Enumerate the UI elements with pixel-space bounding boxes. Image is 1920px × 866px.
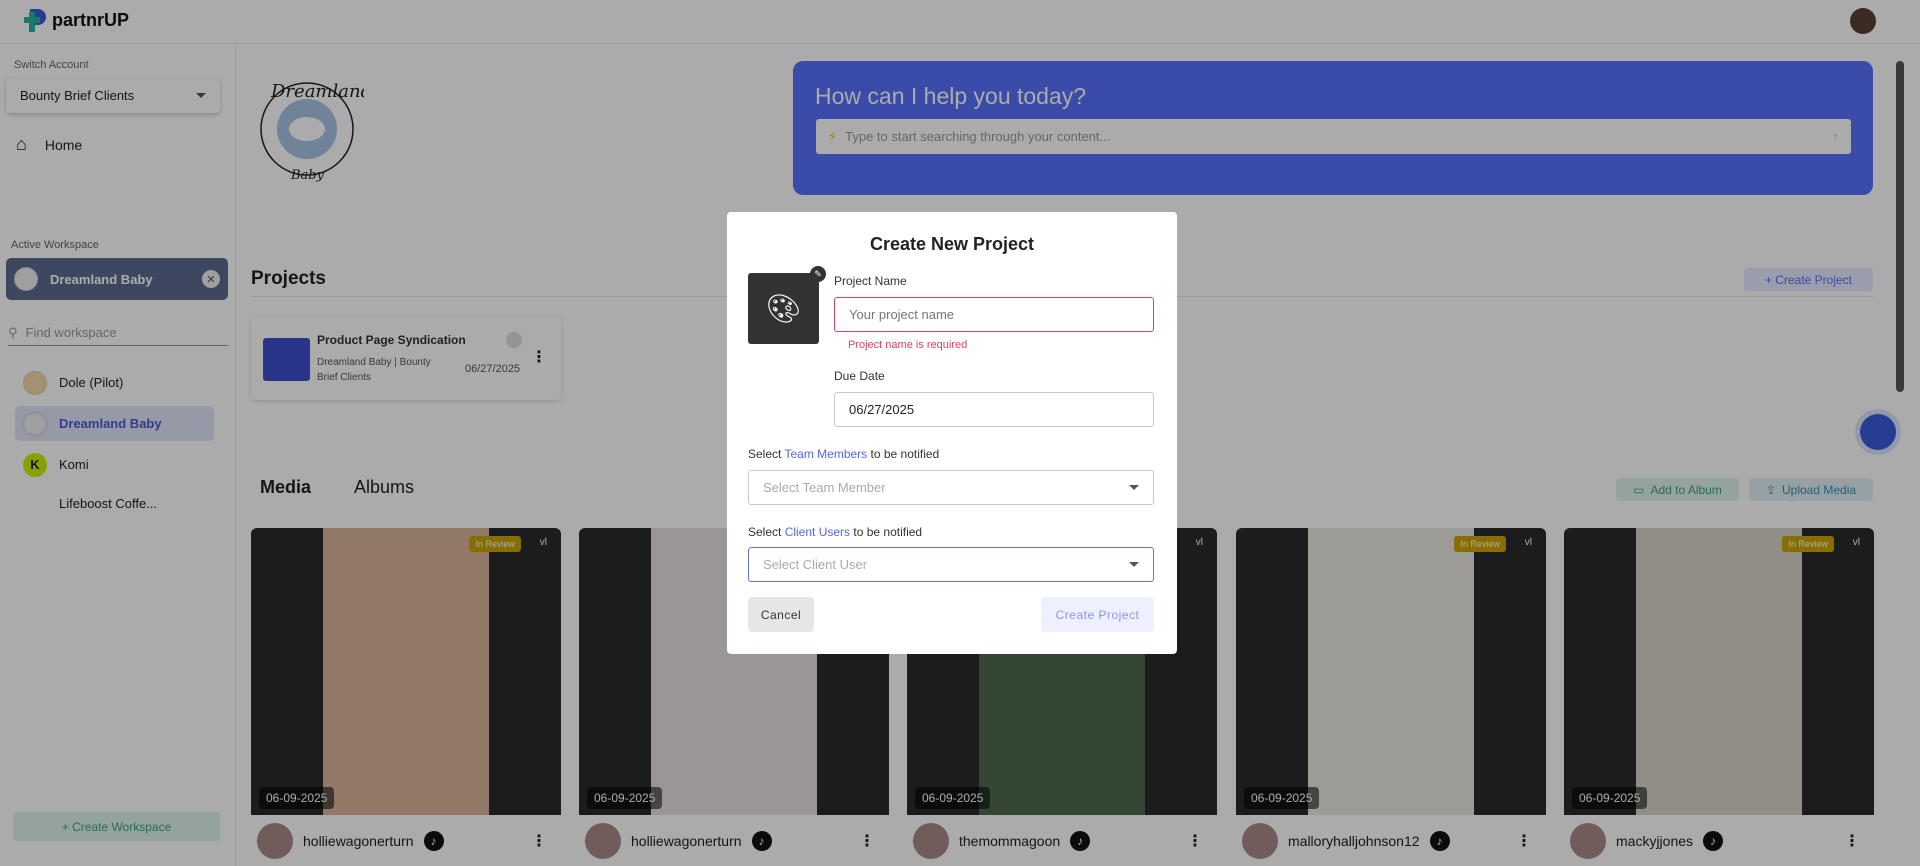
team-members-label: Select Team Members to be notified	[748, 447, 940, 461]
client-user-placeholder: Select Client User	[763, 557, 868, 572]
due-date-input[interactable]: 06/27/2025	[834, 392, 1154, 427]
palette-icon: 🎨︎	[765, 293, 802, 324]
create-project-modal: Create New Project 🎨︎ ✎ Project Name Pro…	[727, 212, 1177, 654]
due-date-value: 06/27/2025	[849, 402, 915, 417]
caret-down-icon	[1129, 485, 1139, 490]
project-name-input[interactable]	[834, 297, 1154, 332]
due-date-label: Due Date	[834, 369, 885, 383]
client-users-label: Select Client Users to be notified	[748, 525, 923, 539]
client-user-select[interactable]: Select Client User	[748, 547, 1154, 582]
cancel-button[interactable]: Cancel	[748, 597, 814, 632]
project-name-label: Project Name	[834, 274, 907, 288]
edit-pencil-icon[interactable]: ✎	[810, 266, 826, 282]
create-project-submit-button[interactable]: Create Project	[1041, 597, 1154, 632]
modal-title: Create New Project	[869, 234, 1035, 254]
caret-down-icon	[1129, 562, 1139, 567]
team-member-select[interactable]: Select Team Member	[748, 470, 1154, 505]
team-member-placeholder: Select Team Member	[763, 480, 886, 495]
project-name-error: Project name is required	[848, 339, 968, 351]
project-image-picker[interactable]: 🎨︎	[748, 273, 819, 344]
